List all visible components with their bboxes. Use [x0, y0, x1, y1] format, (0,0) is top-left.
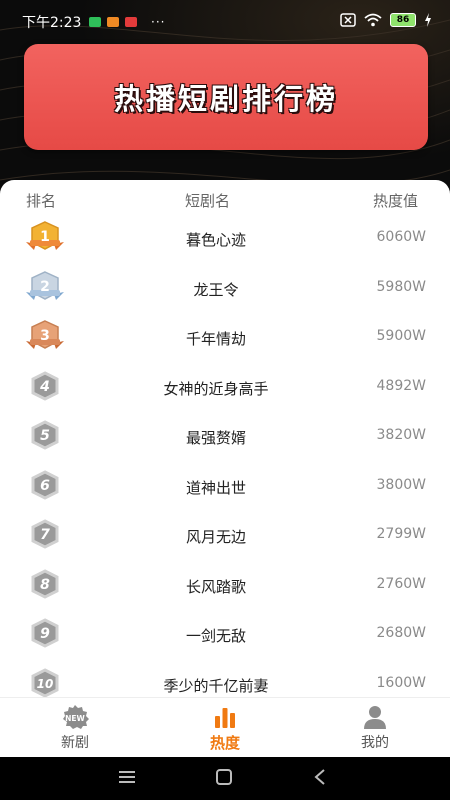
- silver-medal-icon: 2: [24, 270, 66, 304]
- svg-text:6: 6: [40, 478, 50, 494]
- table-row[interactable]: 5 最强赘婿 3820W: [0, 412, 450, 462]
- table-row[interactable]: 3 千年情劫 5900W: [0, 313, 450, 363]
- home-icon[interactable]: [215, 769, 233, 789]
- header-name: 短剧名: [185, 192, 231, 210]
- ranking-sheet: 排名 短剧名 热度值 1 暮色心迹 6060W 2 龙王令 5980W 3 千年…: [0, 180, 450, 758]
- app-notification-icon: [107, 17, 119, 27]
- user-icon: [325, 704, 425, 730]
- no-sim-icon: [340, 13, 356, 27]
- bottom-tab-bar: NEW 新剧 热度 我的: [0, 697, 450, 758]
- header-rank: 排名: [26, 192, 57, 210]
- rank-badge-icon: 4: [24, 369, 66, 403]
- tab-label: 我的: [361, 735, 389, 751]
- heat-value: 2680W: [376, 625, 426, 641]
- heat-value: 6060W: [376, 229, 426, 245]
- svg-text:3: 3: [40, 328, 50, 344]
- table-row[interactable]: 4 女神的近身高手 4892W: [0, 363, 450, 413]
- tab-hot[interactable]: 热度: [175, 704, 275, 753]
- table-row[interactable]: 2 龙王令 5980W: [0, 264, 450, 314]
- rank-badge-icon: 5: [24, 418, 66, 452]
- drama-title: 女神的近身高手: [163, 379, 269, 398]
- rank-badge-icon: 9: [24, 616, 66, 650]
- bronze-medal-icon: 3: [24, 319, 66, 353]
- svg-text:1: 1: [40, 229, 50, 245]
- heat-value: 1600W: [376, 674, 426, 691]
- status-time: 下午2:23: [22, 15, 82, 31]
- tab-label: 新剧: [61, 735, 89, 751]
- more-notifications-icon: ···: [151, 15, 166, 29]
- wifi-icon: [364, 13, 382, 27]
- drama-title: 长风踏歌: [185, 577, 246, 596]
- heat-value: 3820W: [376, 427, 426, 443]
- ranking-banner: 热播短剧排行榜: [24, 44, 428, 150]
- table-row[interactable]: 8 长风踏歌 2760W: [0, 561, 450, 611]
- drama-title: 最强赘婿: [185, 429, 246, 447]
- drama-title: 风月无边: [185, 528, 246, 546]
- notification-icons: ···: [89, 15, 165, 29]
- heat-value: 5900W: [376, 328, 426, 344]
- svg-text:4: 4: [39, 379, 50, 395]
- heat-value: 3800W: [376, 476, 426, 493]
- rank-badge-icon: 10: [24, 666, 66, 700]
- svg-text:9: 9: [40, 626, 50, 642]
- drama-title: 千年情劫: [185, 330, 246, 348]
- tab-label: 热度: [209, 734, 240, 752]
- table-row[interactable]: 6 道神出世 3800W: [0, 462, 450, 512]
- svg-text:NEW: NEW: [65, 714, 85, 723]
- ranking-list: 1 暮色心迹 6060W 2 龙王令 5980W 3 千年情劫 5900W 4 …: [0, 214, 450, 709]
- tab-mine[interactable]: 我的: [325, 704, 425, 752]
- svg-text:7: 7: [40, 527, 50, 543]
- charging-icon: [425, 13, 431, 27]
- svg-text:2: 2: [40, 279, 50, 295]
- table-header: 排名 短剧名 热度值: [0, 190, 450, 214]
- svg-text:8: 8: [40, 577, 50, 593]
- svg-text:10: 10: [37, 677, 54, 691]
- table-row[interactable]: 1 暮色心迹 6060W: [0, 214, 450, 264]
- app-notification-icon: [89, 17, 101, 27]
- status-bar: 下午2:23 ··· 86: [0, 0, 450, 40]
- menu-icon[interactable]: [118, 769, 136, 789]
- header-heat: 热度值: [373, 192, 419, 210]
- new-badge-icon: NEW: [25, 704, 125, 730]
- drama-title: 季少的千亿前妻: [163, 676, 269, 695]
- gold-medal-icon: 1: [24, 220, 66, 254]
- drama-title: 龙王令: [193, 280, 239, 299]
- table-row[interactable]: 7 风月无边 2799W: [0, 511, 450, 561]
- banner-title: 热播短剧排行榜: [113, 82, 338, 116]
- drama-title: 暮色心迹: [185, 231, 246, 249]
- heat-value: 5980W: [376, 278, 426, 295]
- app-notification-icon: [125, 17, 137, 27]
- drama-title: 道神出世: [185, 478, 246, 497]
- back-icon[interactable]: [313, 769, 327, 789]
- heat-value: 4892W: [376, 377, 426, 394]
- status-right: 86: [340, 13, 432, 27]
- rank-badge-icon: 8: [24, 567, 66, 601]
- system-nav-bar: [0, 757, 450, 800]
- rank-badge-icon: 7: [24, 517, 66, 551]
- rank-badge-icon: 6: [24, 468, 66, 502]
- bar-chart-icon: [175, 704, 275, 730]
- table-row[interactable]: 9 一剑无敌 2680W: [0, 610, 450, 660]
- drama-title: 一剑无敌: [185, 627, 246, 645]
- battery-icon: 86: [390, 13, 416, 27]
- svg-text:5: 5: [40, 428, 50, 444]
- heat-value: 2760W: [376, 575, 426, 592]
- heat-value: 2799W: [376, 526, 426, 542]
- tab-new-dramas[interactable]: NEW 新剧: [25, 704, 125, 752]
